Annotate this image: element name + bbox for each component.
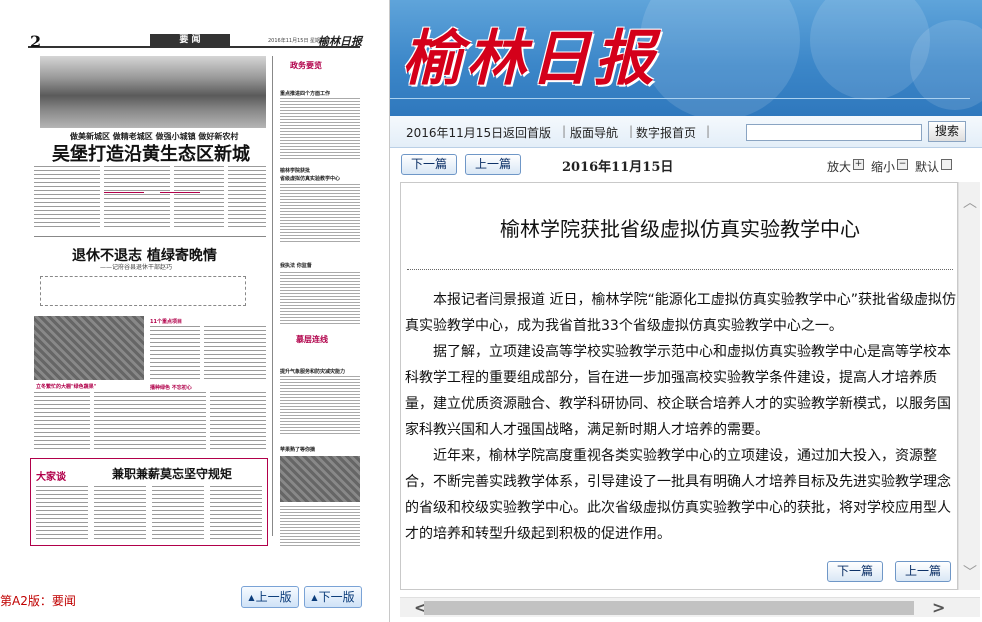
- zoom-default-label[interactable]: 默认: [915, 158, 939, 175]
- scroll-up-icon[interactable]: ︿: [959, 192, 981, 212]
- article-title: 榆林学院获批省级虚拟仿真实验教学中心: [500, 217, 860, 241]
- text-block: [280, 184, 360, 244]
- zoom-in-icon[interactable]: +: [853, 159, 864, 170]
- scroll-right-icon[interactable]: >: [932, 598, 945, 617]
- scroll-down-icon[interactable]: ﹀: [959, 562, 981, 582]
- nav-link-front-page[interactable]: 返回首版: [503, 124, 551, 141]
- weather-title: 提升气象服务和防灾减灾能力: [280, 369, 346, 375]
- prev-page-label: 上一版: [255, 590, 292, 604]
- triangle-up-icon: ▲: [311, 593, 318, 602]
- column-divider: [272, 56, 273, 536]
- zoom-out-icon[interactable]: −: [897, 159, 908, 170]
- quote-box: [40, 276, 246, 306]
- text-block: [34, 392, 90, 450]
- prev-article-button[interactable]: 上一篇: [465, 154, 521, 175]
- text-block: [280, 98, 360, 160]
- text-block: [36, 486, 88, 542]
- search-input[interactable]: [746, 124, 922, 141]
- nav-bar: 2016年11月15日 返回首版 | 版面导航 | 数字报首页 | 搜索: [390, 116, 982, 148]
- text-block: [228, 166, 266, 230]
- horizontal-scroll-thumb[interactable]: [424, 601, 914, 615]
- section-name: 要 闻: [150, 34, 230, 46]
- next-page-button[interactable]: ▲下一版: [304, 586, 362, 608]
- nav-link-digital-home[interactable]: 数字报首页: [636, 124, 696, 141]
- next-article-button[interactable]: 下一篇: [401, 154, 457, 175]
- text-block: [150, 392, 206, 450]
- news1-title: 榆林学院获批: [280, 168, 311, 174]
- article-body: 本报记者闫景报道 近日，榆林学院“能源化工虚拟仿真实验教学中心”获批省级虚拟仿真…: [405, 287, 957, 547]
- newspaper-page-image[interactable]: 2 要 闻 2016年11月15日 星期二 榆林日报 做美新城区 做精老城区 做…: [0, 0, 386, 578]
- horizontal-scrollbar[interactable]: < >: [400, 597, 980, 617]
- current-page-label: 第A2版：要闻: [0, 594, 76, 608]
- news2-title: 我执法 你监督: [280, 263, 312, 269]
- link-column-title: 慕层连线: [296, 335, 328, 344]
- banner-rule: [390, 98, 970, 99]
- prev-page-button[interactable]: ▲上一版: [241, 586, 299, 608]
- text-block: [104, 166, 170, 230]
- zoom-default-checkbox[interactable]: [941, 159, 952, 170]
- next-page-label: 下一版: [318, 590, 355, 604]
- opinion-headline: 兼职兼薪莫忘坚守规矩: [112, 467, 233, 481]
- nav-link-page-nav[interactable]: 版面导航: [570, 124, 618, 141]
- fruit-title: 苹果熟了等你摘: [280, 447, 316, 453]
- lead-headline: 吴堡打造沿黄生态区新城: [52, 144, 250, 165]
- text-block: [280, 376, 360, 436]
- article-paragraph: 据了解，立项建设高等学校实验教学示范中心和虚拟仿真实验教学中心是高等学校本科教学…: [405, 344, 951, 438]
- article-paragraph: 本报记者闫景报道 近日，榆林学院“能源化工虚拟仿真实验教学中心”获批省级虚拟仿真…: [405, 292, 956, 334]
- text-block: [150, 326, 200, 380]
- text-block: [210, 392, 266, 450]
- article-panel: 榆林学院获批省级虚拟仿真实验教学中心 本报记者闫景报道 近日，榆林学院“能源化工…: [400, 182, 958, 590]
- text-block: [210, 486, 262, 542]
- fruit-photo: [280, 456, 360, 502]
- text-block: [34, 166, 100, 230]
- tag-green: 播种绿色 不忘初心: [150, 385, 192, 391]
- gov-column-title: 政务要览: [290, 61, 322, 70]
- story2-subtitle: ——记府谷县退休干部赵巧: [100, 264, 173, 271]
- tag-key-projects: 11个重点项目: [150, 319, 182, 325]
- nav-separator: |: [562, 124, 567, 138]
- title-divider: [407, 269, 953, 270]
- opinion-column-title: 大家谈: [36, 472, 66, 483]
- text-block: [94, 486, 146, 542]
- page-thumbnail-panel: 2 要 闻 2016年11月15日 星期二 榆林日报 做美新城区 做精老城区 做…: [0, 0, 390, 622]
- text-block: [280, 272, 360, 324]
- page-number: 2: [30, 32, 42, 51]
- text-block: [204, 326, 266, 380]
- nav-date: 2016年11月15日: [406, 126, 504, 140]
- bottom-next-article-button[interactable]: 下一篇: [827, 561, 883, 582]
- bottom-prev-article-button[interactable]: 上一篇: [895, 561, 951, 582]
- text-block: [152, 486, 204, 542]
- nav-separator: |: [706, 124, 711, 138]
- news1-subtitle: 省级虚拟仿真实验教学中心: [280, 176, 341, 182]
- text-block: [94, 392, 150, 450]
- newspaper-logo: 榆林日报: [402, 24, 658, 94]
- article-paragraph: 近年来，榆林学院高度重视各类实验教学中心的立项建设，通过加大投入，资源整合，不断…: [405, 448, 951, 542]
- lead-photo: [40, 56, 266, 128]
- gov-column-subhead: 重点推进四个方面工作: [280, 91, 331, 97]
- vertical-scrollbar[interactable]: ︿ ﹀: [958, 182, 980, 590]
- story-divider: [34, 236, 266, 237]
- nav-separator: |: [629, 124, 634, 138]
- epaper-window: 2 要 闻 2016年11月15日 星期二 榆林日报 做美新城区 做精老城区 做…: [0, 0, 982, 622]
- zoom-out-label[interactable]: 缩小: [871, 158, 895, 175]
- page-header-date: 2016年11月15日 星期二: [268, 38, 326, 44]
- site-banner: 榆林日报: [390, 0, 982, 116]
- text-block: [174, 166, 224, 230]
- tag-rule: [104, 192, 144, 193]
- rural-title: 立冬繁忙的大棚"绿色蔬果": [36, 384, 97, 390]
- issue-date: 2016年11月15日: [562, 160, 674, 175]
- search-button[interactable]: 搜索: [928, 121, 966, 142]
- story2-photo: [34, 316, 144, 380]
- page-header-brand: 榆林日报: [318, 35, 362, 48]
- zoom-in-label[interactable]: 放大: [827, 158, 851, 175]
- triangle-up-icon: ▲: [248, 593, 255, 602]
- tag-rule: [160, 192, 200, 193]
- text-block: [280, 506, 360, 546]
- article-toolbar: 下一篇 上一篇 2016年11月15日 放大 + 缩小 − 默认: [398, 150, 978, 180]
